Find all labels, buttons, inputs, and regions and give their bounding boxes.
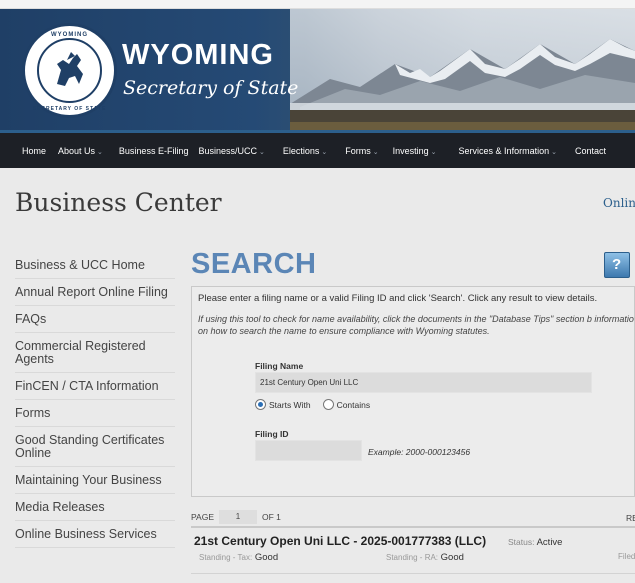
page-of-label: OF 1	[262, 512, 281, 522]
sidebar-item-business-ucc-home[interactable]: Business & UCC Home	[15, 252, 175, 279]
sidebar-item-forms[interactable]: Forms	[15, 400, 175, 427]
main-navigation: Home About Us ⌄ Business E-Filing Busines…	[0, 130, 635, 168]
search-panel: Please enter a filing name or a valid Fi…	[191, 286, 635, 497]
sidebar-menu: Business & UCC Home Annual Report Online…	[15, 252, 175, 548]
results-right-label: RE	[626, 513, 635, 523]
nav-services-information[interactable]: Services & Information ⌄	[454, 146, 562, 156]
result-standing-ra: Standing - RA: Good	[386, 552, 464, 563]
filing-name-input[interactable]: 21st Century Open Uni LLC	[255, 372, 592, 393]
status-key: Status:	[508, 537, 535, 547]
top-utility-strip	[0, 0, 635, 9]
page-number-input[interactable]: 1	[219, 510, 257, 524]
seal-ring	[37, 38, 102, 103]
nav-elections[interactable]: Elections ⌄	[278, 146, 332, 156]
standing-tax-value: Good	[254, 552, 279, 563]
match-type-radios: Starts With Contains	[255, 399, 370, 410]
sidebar-item-maintaining[interactable]: Maintaining Your Business	[15, 467, 175, 494]
starts-with-label: Starts With	[269, 399, 311, 410]
result-standing-tax: Standing - Tax: Good	[199, 552, 278, 563]
sidebar-item-good-standing[interactable]: Good Standing Certificates Online	[15, 427, 175, 467]
nav-elections-label: Elections	[282, 145, 320, 156]
nav-home[interactable]: Home	[17, 146, 51, 156]
contains-radio[interactable]	[322, 399, 334, 410]
state-seal-logo: WYOMING SECRETARY OF STATE	[22, 23, 117, 118]
filing-id-input[interactable]	[255, 440, 362, 461]
help-glyph: ?	[612, 256, 622, 273]
chevron-down-icon: ⌄	[372, 148, 379, 156]
sidebar-item-online-services[interactable]: Online Business Services	[15, 521, 175, 548]
sidebar-item-faqs[interactable]: FAQs	[15, 306, 175, 333]
online-services-link[interactable]: Onlin	[603, 196, 635, 210]
brand-subtitle: Secretary of State	[123, 77, 299, 99]
nav-forms[interactable]: Forms ⌄	[340, 146, 383, 156]
sidebar-item-media-releases[interactable]: Media Releases	[15, 494, 175, 521]
nav-business-ucc-label: Business/UCC	[198, 145, 257, 156]
results-pager: PAGE 1 OF 1	[191, 510, 281, 524]
starts-with-radio[interactable]	[255, 399, 266, 410]
page-label: PAGE	[191, 512, 214, 522]
chevron-down-icon: ⌄	[430, 148, 437, 156]
sidebar-item-fincen-cta[interactable]: FinCEN / CTA Information	[15, 373, 175, 400]
standing-ra-key: Standing - RA:	[386, 553, 439, 562]
chevron-down-icon: ⌄	[258, 148, 265, 156]
database-tips-icon[interactable]: ?	[604, 252, 630, 278]
chevron-down-icon: ⌄	[97, 148, 103, 156]
nav-services-information-label: Services & Information	[458, 145, 550, 156]
chevron-down-icon: ⌄	[551, 148, 557, 156]
seal-bottom-text: SECRETARY OF STATE	[32, 106, 107, 112]
contains-label: Contains	[336, 399, 371, 410]
filing-id-example: Example: 2000-000123456	[368, 447, 471, 457]
result-filed-key: Filed	[618, 552, 635, 561]
nav-contact[interactable]: Contact	[570, 146, 611, 156]
result-title-link[interactable]: 21st Century Open Uni LLC - 2025-0017773…	[194, 534, 486, 548]
standing-tax-key: Standing - Tax:	[199, 553, 253, 562]
nav-home-label: Home	[22, 145, 47, 156]
nav-business-efiling[interactable]: Business E-Filing	[114, 146, 194, 156]
name-availability-note: If using this tool to check for name ava…	[198, 314, 635, 336]
nav-about-us[interactable]: About Us ⌄	[53, 146, 108, 156]
result-status: Status: Active	[508, 537, 562, 548]
standing-ra-value: Good	[440, 552, 464, 563]
nav-forms-label: Forms	[345, 145, 371, 156]
brand-title: WYOMING	[122, 39, 274, 71]
search-result-row[interactable]: 21st Century Open Uni LLC - 2025-0017773…	[191, 526, 635, 574]
nav-contact-label: Contact	[574, 145, 606, 156]
search-instructions: Please enter a filing name or a valid Fi…	[198, 293, 598, 304]
sidebar-item-registered-agents[interactable]: Commercial Registered Agents	[15, 333, 175, 373]
search-heading: SEARCH	[191, 248, 317, 280]
nav-business-ucc[interactable]: Business/UCC ⌄	[193, 146, 269, 156]
nav-investing-label: Investing	[392, 145, 429, 156]
filing-id-label: Filing ID	[255, 429, 289, 439]
chevron-down-icon: ⌄	[321, 148, 328, 156]
site-banner: WYOMING SECRETARY OF STATE WYOMING Secre…	[0, 9, 635, 130]
nav-business-efiling-label: Business E-Filing	[118, 145, 189, 156]
filing-name-label: Filing Name	[255, 361, 304, 371]
sidebar-item-annual-report[interactable]: Annual Report Online Filing	[15, 279, 175, 306]
nav-about-us-label: About Us	[58, 145, 96, 156]
status-value: Active	[536, 537, 563, 548]
nav-investing[interactable]: Investing ⌄	[388, 146, 442, 156]
page-title: Business Center	[15, 188, 222, 217]
bucking-horse-icon	[57, 52, 83, 86]
